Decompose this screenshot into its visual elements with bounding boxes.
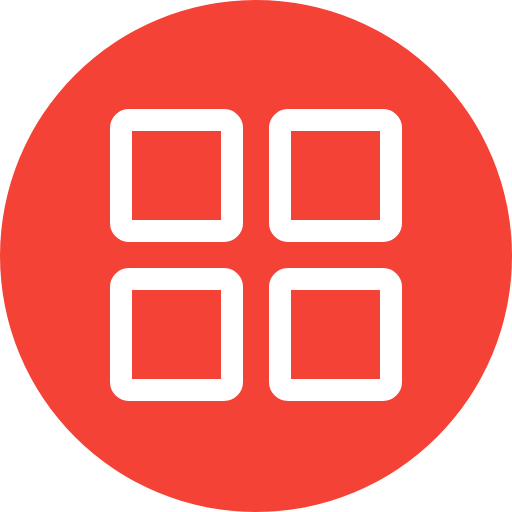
icon-background-circle bbox=[0, 0, 512, 512]
app-grid-icon-canvas bbox=[0, 0, 512, 512]
grid-icon bbox=[0, 0, 512, 512]
